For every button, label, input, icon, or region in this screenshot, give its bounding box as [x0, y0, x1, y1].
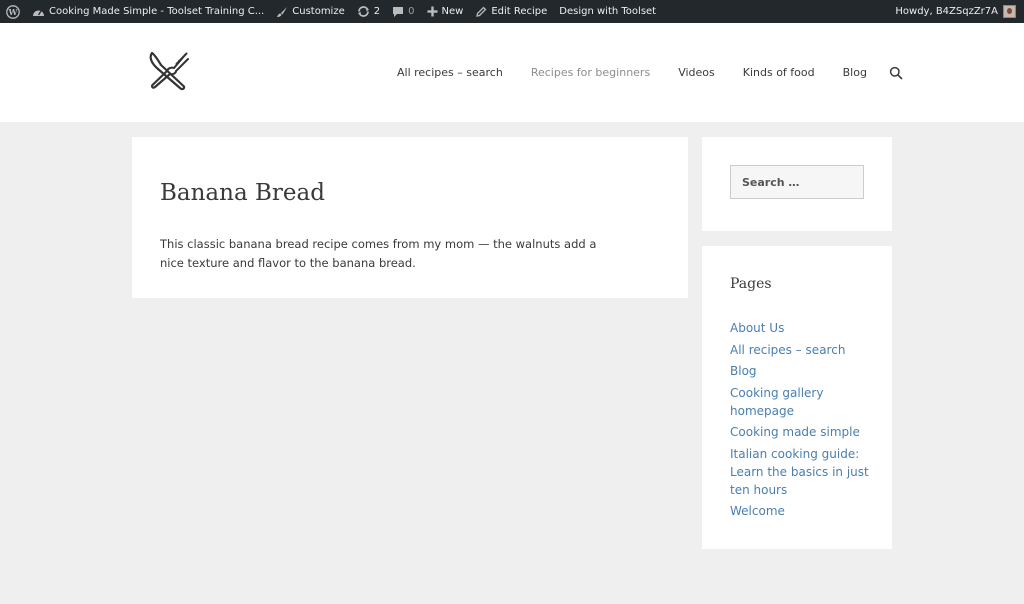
edit-recipe-label: Edit Recipe — [491, 6, 548, 17]
site-logo[interactable] — [146, 49, 196, 93]
nav-item-blog[interactable]: Blog — [829, 66, 881, 79]
pages-link-all-recipes-search[interactable]: All recipes – search — [730, 341, 870, 359]
refresh-icon — [357, 6, 369, 17]
post-article: Banana Bread This classic banana bread r… — [132, 137, 688, 298]
wordpress-menu[interactable]: W — [0, 0, 26, 23]
nav-item-kinds-of-food[interactable]: Kinds of food — [729, 66, 829, 79]
howdy-label: Howdy, B4ZSqzZr7A — [895, 6, 998, 17]
updates-link[interactable]: 2 — [351, 0, 386, 23]
search-input[interactable] — [730, 165, 864, 199]
customize-link[interactable]: Customize — [270, 0, 351, 23]
site-name-link[interactable]: Cooking Made Simple - Toolset Training C… — [26, 0, 270, 23]
customize-label: Customize — [292, 6, 345, 17]
pages-link-cooking-gallery-homepage[interactable]: Cooking gallery homepage — [730, 384, 870, 420]
new-label: New — [441, 6, 464, 17]
brush-icon — [277, 6, 288, 17]
design-with-toolset-link[interactable]: Design with Toolset — [553, 0, 662, 23]
pages-link-blog[interactable]: Blog — [730, 362, 870, 380]
site-name-label: Cooking Made Simple - Toolset Training C… — [49, 6, 265, 17]
pencil-icon — [476, 6, 487, 17]
plus-icon — [427, 6, 437, 17]
search-icon[interactable] — [889, 66, 903, 80]
search-widget — [702, 137, 892, 231]
nav-item-all-recipes-search[interactable]: All recipes – search — [383, 66, 517, 79]
pages-link-cooking-made-simple[interactable]: Cooking made simple — [730, 423, 870, 441]
comments-count: 0 — [408, 6, 415, 17]
comment-icon — [393, 6, 404, 17]
pages-list: About Us All recipes – search Blog Cooki… — [730, 319, 870, 524]
nav-item-recipes-for-beginners[interactable]: Recipes for beginners — [517, 66, 664, 79]
site-header: All recipes – search Recipes for beginne… — [0, 23, 1024, 122]
pages-link-about-us[interactable]: About Us — [730, 319, 870, 337]
main-navigation: All recipes – search Recipes for beginne… — [383, 23, 903, 122]
nav-item-videos[interactable]: Videos — [664, 66, 729, 79]
updates-count: 2 — [373, 6, 381, 17]
admin-bar: W Cooking Made Simple - Toolset Training… — [0, 0, 1024, 23]
fork-knife-logo — [149, 51, 189, 91]
comments-link[interactable]: 0 — [386, 0, 420, 23]
post-title: Banana Bread — [160, 180, 325, 206]
pages-link-italian-cooking-guide[interactable]: Italian cooking guide: Learn the basics … — [730, 445, 870, 499]
post-body: This classic banana bread recipe comes f… — [160, 237, 597, 270]
account-menu[interactable]: Howdy, B4ZSqzZr7A — [895, 0, 1016, 23]
edit-recipe-link[interactable]: Edit Recipe — [469, 0, 553, 23]
pages-widget-title: Pages — [730, 276, 772, 292]
wordpress-icon: W — [6, 4, 20, 19]
pages-widget: Pages About Us All recipes – search Blog… — [702, 246, 892, 549]
pages-link-welcome[interactable]: Welcome — [730, 502, 870, 520]
design-with-toolset-label: Design with Toolset — [559, 6, 657, 17]
svg-text:W: W — [8, 7, 19, 17]
dashboard-icon — [33, 10, 44, 16]
avatar — [1003, 5, 1016, 18]
new-content-link[interactable]: New — [421, 0, 470, 23]
